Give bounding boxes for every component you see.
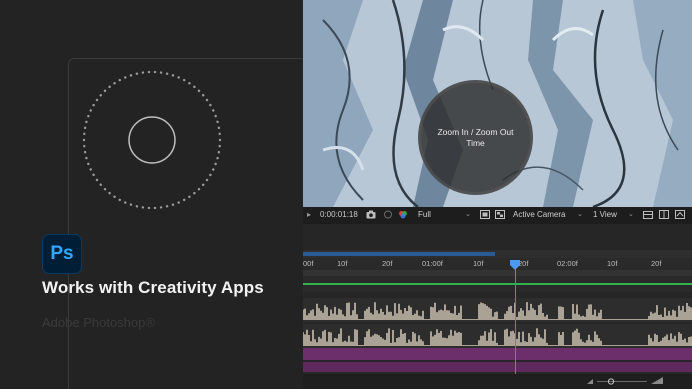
resolution-value: Full	[418, 210, 431, 219]
audio-waveform	[302, 328, 692, 346]
viewer-toolbar: ▸ 0:00:01:18 Full ⌄ Active Camera ⌄ 1 Vi…	[303, 207, 692, 225]
loading-ring-icon	[82, 70, 222, 210]
photoshop-logo-icon: Ps	[42, 234, 82, 274]
timeline-footer	[303, 374, 692, 388]
timeline-panel[interactable]: 00f 10f 20f 01:00f 10f 20f 02:00f 10f 20…	[302, 224, 692, 388]
ruler-tick: 02:00f	[557, 259, 578, 268]
ruler-tick: 00f	[303, 259, 314, 268]
layer-bar-purple[interactable]	[303, 348, 692, 360]
composition-viewer[interactable]: Zoom In / Zoom Out Time	[303, 0, 692, 207]
work-area-range[interactable]	[303, 252, 495, 256]
layer-duration-line[interactable]	[303, 283, 692, 285]
audio-track-left[interactable]	[302, 298, 692, 322]
layer-bar-purple[interactable]	[303, 362, 692, 372]
view-layout-dropdown[interactable]: 1 View	[593, 210, 617, 219]
fit-icon[interactable]: ▸	[307, 210, 311, 219]
playhead-line	[515, 266, 516, 388]
resolution-dropdown[interactable]: Full	[418, 210, 431, 219]
zoom-hint-overlay: Zoom In / Zoom Out Time	[418, 80, 533, 195]
chevron-down-icon: ⌄	[465, 211, 471, 218]
timecode-display[interactable]: 0:00:01:18	[320, 210, 358, 219]
promo-title: Works with Creativity Apps	[42, 278, 264, 297]
show-snapshot-icon[interactable]	[383, 210, 393, 219]
playhead-icon[interactable]	[509, 260, 521, 271]
grid-icon[interactable]	[643, 210, 653, 219]
audio-track-right[interactable]	[302, 324, 692, 348]
camera-icon[interactable]	[366, 210, 376, 219]
zoom-hint-label: Zoom In / Zoom Out Time	[437, 126, 514, 148]
zoom-slider-icon[interactable]	[587, 376, 667, 386]
audio-waveform	[302, 302, 692, 320]
ruler-tick: 20f	[382, 259, 393, 268]
ruler-tick: 10f	[607, 259, 618, 268]
camera-value: Active Camera	[513, 210, 566, 219]
region-icon[interactable]	[480, 210, 490, 219]
promo-subtitle: Adobe Photoshop®	[42, 315, 155, 330]
camera-dropdown[interactable]: Active Camera	[513, 210, 565, 219]
transparency-grid-icon[interactable]	[495, 210, 505, 219]
3d-view-icon[interactable]	[659, 210, 669, 219]
ruler-tick: 10f	[337, 259, 348, 268]
time-ruler[interactable]: 00f 10f 20f 01:00f 10f 20f 02:00f 10f 20…	[303, 258, 692, 270]
ruler-tick: 10f	[473, 259, 484, 268]
fast-previews-icon[interactable]	[675, 210, 685, 219]
promo-panel: Ps Works with Creativity Apps Adobe Phot…	[0, 0, 304, 389]
color-channel-icon[interactable]	[398, 210, 408, 219]
ruler-tick: 20f	[651, 259, 662, 268]
chevron-down-icon: ⌄	[577, 211, 583, 218]
chevron-down-icon: ⌄	[628, 211, 634, 218]
view-layout-value: 1 View	[593, 210, 617, 219]
ruler-tick: 01:00f	[422, 259, 443, 268]
